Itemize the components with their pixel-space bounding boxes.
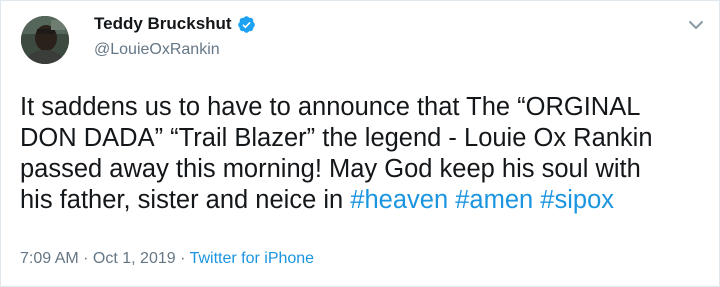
tweet-text-segment: his father, sister and neice in <box>20 186 351 214</box>
tweet-source-link[interactable]: Twitter for iPhone <box>190 250 315 267</box>
tweet-meta: 7:09 AM · Oct 1, 2019 · Twitter for iPho… <box>20 250 314 268</box>
tweet-text-line: It saddens us to have to announce that T… <box>20 93 641 121</box>
tweet-text-line-last: his father, sister and neice in #heaven … <box>20 185 710 216</box>
hashtag-link-amen[interactable]: #amen <box>455 186 533 214</box>
tweet-text-line: DON DADA” “Trail Blazer” the legend - Lo… <box>20 124 653 152</box>
hashtag-link-heaven[interactable]: #heaven <box>350 186 448 214</box>
tweet-time[interactable]: 7:09 AM <box>20 250 79 267</box>
user-avatar-photo <box>21 16 69 64</box>
meta-separator: · <box>78 250 93 267</box>
display-name[interactable]: Teddy Bruckshut <box>94 14 232 34</box>
tweet-text-line: passed away this morning! May God keep h… <box>20 155 641 183</box>
tweet-date[interactable]: Oct 1, 2019 <box>93 250 176 267</box>
tweet-text: It saddens us to have to announce that T… <box>20 92 710 216</box>
meta-separator: · <box>175 250 190 267</box>
avatar[interactable] <box>21 16 69 64</box>
user-handle[interactable]: @LouieOxRankin <box>94 41 256 59</box>
tweet-card: Teddy Bruckshut @LouieOxRankin It sadden… <box>0 0 720 287</box>
hashtag-link-sipox[interactable]: #sipox <box>540 186 614 214</box>
name-row: Teddy Bruckshut <box>94 12 256 36</box>
chevron-down-icon[interactable] <box>686 15 706 35</box>
author-header: Teddy Bruckshut @LouieOxRankin <box>94 12 256 59</box>
verified-badge-icon <box>237 15 256 34</box>
